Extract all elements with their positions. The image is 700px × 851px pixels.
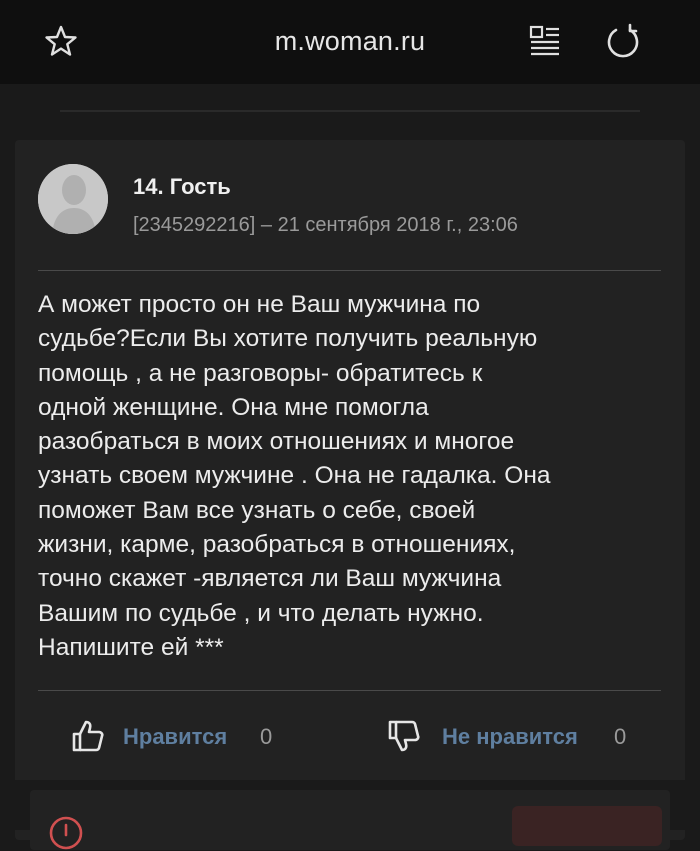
browser-toolbar: m.woman.ru — [0, 0, 700, 84]
comment-body: А может просто он не Ваш мужчина по судь… — [38, 291, 551, 661]
user-silhouette-icon — [38, 164, 108, 234]
warning-icon[interactable] — [48, 815, 84, 851]
avatar[interactable] — [38, 164, 108, 234]
comment-header-divider — [38, 270, 661, 271]
like-label: Нравится — [123, 724, 228, 749]
comment-footer-divider — [38, 690, 661, 691]
top-divider — [60, 110, 640, 112]
reply-button[interactable] — [512, 806, 662, 846]
thumbs-down-icon — [388, 720, 420, 752]
url-bar[interactable]: m.woman.ru — [0, 26, 700, 57]
comment-author[interactable]: 14. Гость — [133, 174, 231, 200]
comment-meta: [2345292216] – 21 сентября 2018 г., 23:0… — [133, 214, 518, 236]
thumbs-up-icon — [72, 720, 104, 752]
dislike-count: 0 — [614, 724, 627, 749]
reload-icon[interactable] — [604, 22, 642, 60]
dislike-label: Не нравится — [442, 724, 578, 749]
like-count: 0 — [260, 724, 273, 749]
reader-mode-icon[interactable] — [528, 24, 562, 58]
